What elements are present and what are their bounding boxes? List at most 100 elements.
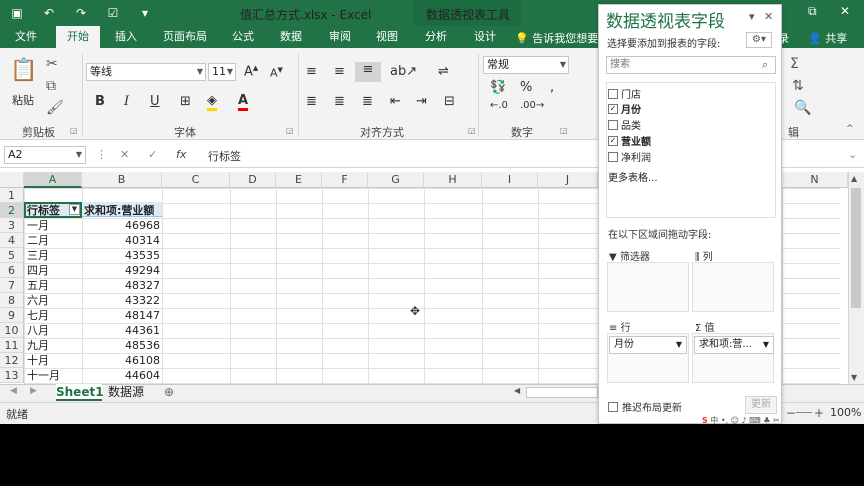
scroll-down-icon[interactable]: ▼ bbox=[851, 373, 857, 382]
update-button[interactable]: 更新 bbox=[745, 396, 777, 414]
underline-icon[interactable]: U bbox=[150, 94, 160, 109]
clipboard-launcher-icon[interactable]: ◲ bbox=[70, 126, 78, 135]
alignment-launcher-icon[interactable]: ◲ bbox=[468, 126, 476, 135]
next-sheet-icon[interactable]: ▶ bbox=[30, 386, 37, 396]
field-item-category[interactable]: 品类 bbox=[608, 117, 641, 132]
bold-icon[interactable]: B bbox=[95, 94, 105, 109]
column-header-f[interactable]: F bbox=[322, 172, 368, 188]
sheet-tab-source[interactable]: 数据源 bbox=[106, 384, 146, 401]
pivot-value[interactable]: 44361 bbox=[84, 323, 160, 338]
align-right-icon[interactable]: ≣ bbox=[362, 94, 373, 109]
column-header-h[interactable]: H bbox=[424, 172, 482, 188]
pivot-row-label[interactable]: 十一月 bbox=[27, 368, 60, 383]
font-launcher-icon[interactable]: ◲ bbox=[286, 126, 294, 135]
field-item-profit[interactable]: 净利润 bbox=[608, 149, 651, 164]
zoom-in-icon[interactable]: + bbox=[814, 406, 824, 420]
defer-layout-update[interactable]: 推迟布局更新 bbox=[608, 399, 682, 414]
decrease-indent-icon[interactable]: ⇤ bbox=[390, 94, 401, 109]
pivot-value[interactable]: 48147 bbox=[84, 308, 160, 323]
pivot-value[interactable]: 48327 bbox=[84, 278, 160, 293]
redo-icon[interactable]: ↷ bbox=[72, 4, 90, 22]
decrease-decimal-icon[interactable]: .00→ bbox=[520, 100, 544, 111]
columns-drop-zone[interactable] bbox=[692, 262, 774, 312]
row-header[interactable]: 9 bbox=[0, 308, 24, 323]
pivot-row-label[interactable]: 八月 bbox=[27, 323, 49, 338]
pivot-row-label[interactable]: 九月 bbox=[27, 338, 49, 353]
close-window-icon[interactable]: ✕ bbox=[840, 4, 850, 18]
decrease-font-icon[interactable]: A▼ bbox=[270, 66, 283, 80]
font-name-combo[interactable]: 等线 ▼ bbox=[86, 63, 206, 81]
tab-home[interactable]: 开始 bbox=[56, 26, 100, 48]
horizontal-scrollbar[interactable] bbox=[526, 387, 598, 398]
formula-input[interactable]: 行标签 bbox=[208, 148, 241, 164]
rows-field-pill[interactable]: 月份 ▼ bbox=[609, 336, 687, 354]
expand-formula-icon[interactable]: ⌄ bbox=[848, 148, 857, 161]
font-color-icon[interactable]: A bbox=[238, 94, 249, 111]
pivot-row-label[interactable]: 二月 bbox=[27, 233, 49, 248]
column-header-b[interactable]: B bbox=[82, 172, 162, 188]
pivot-row-label[interactable]: 五月 bbox=[27, 278, 49, 293]
pane-options-icon[interactable]: ▾ bbox=[749, 10, 755, 23]
row-header[interactable]: 4 bbox=[0, 233, 24, 248]
row-header[interactable]: 7 bbox=[0, 278, 24, 293]
scroll-up-icon[interactable]: ▲ bbox=[851, 174, 857, 183]
field-search-input[interactable]: 搜索 bbox=[606, 56, 776, 74]
align-bottom-icon[interactable]: ≡ bbox=[355, 62, 381, 82]
zoom-level[interactable]: 100% bbox=[830, 406, 861, 419]
paste-icon[interactable]: 📋 bbox=[10, 58, 37, 88]
row-header[interactable]: 11 bbox=[0, 338, 24, 353]
pivot-value[interactable]: 43322 bbox=[84, 293, 160, 308]
checkbox-checked[interactable]: ✓ bbox=[608, 103, 618, 114]
filter-dropdown-icon[interactable]: ▼ bbox=[69, 204, 80, 215]
tell-me-search[interactable]: 💡 告诉我您想要做 bbox=[515, 30, 609, 46]
undo-icon[interactable]: ↶ bbox=[40, 4, 58, 22]
tab-view[interactable]: 视图 bbox=[369, 26, 405, 48]
column-header-e[interactable]: E bbox=[276, 172, 322, 188]
field-item-revenue[interactable]: ✓ 营业额 bbox=[608, 133, 651, 148]
paste-label[interactable]: 粘贴 bbox=[12, 92, 34, 108]
close-icon[interactable]: ✕ bbox=[764, 10, 773, 23]
row-header[interactable]: 2 bbox=[0, 203, 24, 218]
cut-icon[interactable]: ✂ bbox=[46, 56, 58, 72]
font-size-combo[interactable]: 11 ▼ bbox=[208, 63, 236, 81]
enter-icon[interactable]: ✓ bbox=[148, 148, 157, 161]
border-icon[interactable]: ⊞ bbox=[180, 94, 191, 109]
column-header-n[interactable]: N bbox=[782, 172, 848, 188]
cancel-icon[interactable]: ✕ bbox=[120, 148, 129, 161]
row-header[interactable]: 10 bbox=[0, 323, 24, 338]
row-header[interactable]: 1 bbox=[0, 188, 24, 203]
merge-center-icon[interactable]: ⊟ bbox=[444, 94, 455, 109]
italic-icon[interactable]: I bbox=[124, 94, 129, 109]
scroll-left-icon[interactable]: ◀ bbox=[514, 386, 520, 395]
pivot-value[interactable]: 46968 bbox=[84, 218, 160, 233]
column-header-a[interactable]: A bbox=[24, 172, 82, 188]
pivot-value[interactable]: 44604 bbox=[84, 368, 160, 383]
pivot-row-label[interactable]: 三月 bbox=[27, 248, 49, 263]
comma-style-icon[interactable]: , bbox=[550, 80, 554, 95]
prev-sheet-icon[interactable]: ◀ bbox=[10, 386, 17, 396]
pivot-value[interactable]: 48536 bbox=[84, 338, 160, 353]
number-launcher-icon[interactable]: ◲ bbox=[560, 126, 568, 135]
pivot-row-label[interactable]: 一月 bbox=[27, 218, 49, 233]
pivot-value[interactable]: 49294 bbox=[84, 263, 160, 278]
increase-indent-icon[interactable]: ⇥ bbox=[416, 94, 427, 109]
align-left-icon[interactable]: ≣ bbox=[306, 94, 317, 109]
vertical-scroll-thumb[interactable] bbox=[851, 188, 861, 308]
checkbox[interactable] bbox=[608, 401, 618, 412]
share-button[interactable]: 👤 共享 bbox=[808, 30, 847, 46]
insert-function-icon[interactable]: fx bbox=[176, 148, 186, 161]
checkbox[interactable] bbox=[608, 119, 618, 130]
row-header[interactable]: 8 bbox=[0, 293, 24, 308]
column-header-g[interactable]: G bbox=[368, 172, 424, 188]
pivot-row-label[interactable]: 七月 bbox=[27, 308, 49, 323]
row-header[interactable]: 5 bbox=[0, 248, 24, 263]
checkbox[interactable] bbox=[608, 88, 618, 99]
pivot-row-label[interactable]: 十月 bbox=[27, 353, 49, 368]
restore-icon[interactable]: ⧉ bbox=[808, 4, 817, 19]
increase-decimal-icon[interactable]: ←.0 bbox=[490, 100, 508, 111]
name-box[interactable]: A2 ▼ bbox=[4, 146, 86, 164]
search-icon[interactable]: ⌕ bbox=[762, 58, 768, 72]
pivot-value[interactable]: 43535 bbox=[84, 248, 160, 263]
save-icon[interactable]: ▣ bbox=[8, 4, 26, 22]
tab-page-layout[interactable]: 页面布局 bbox=[160, 26, 210, 48]
